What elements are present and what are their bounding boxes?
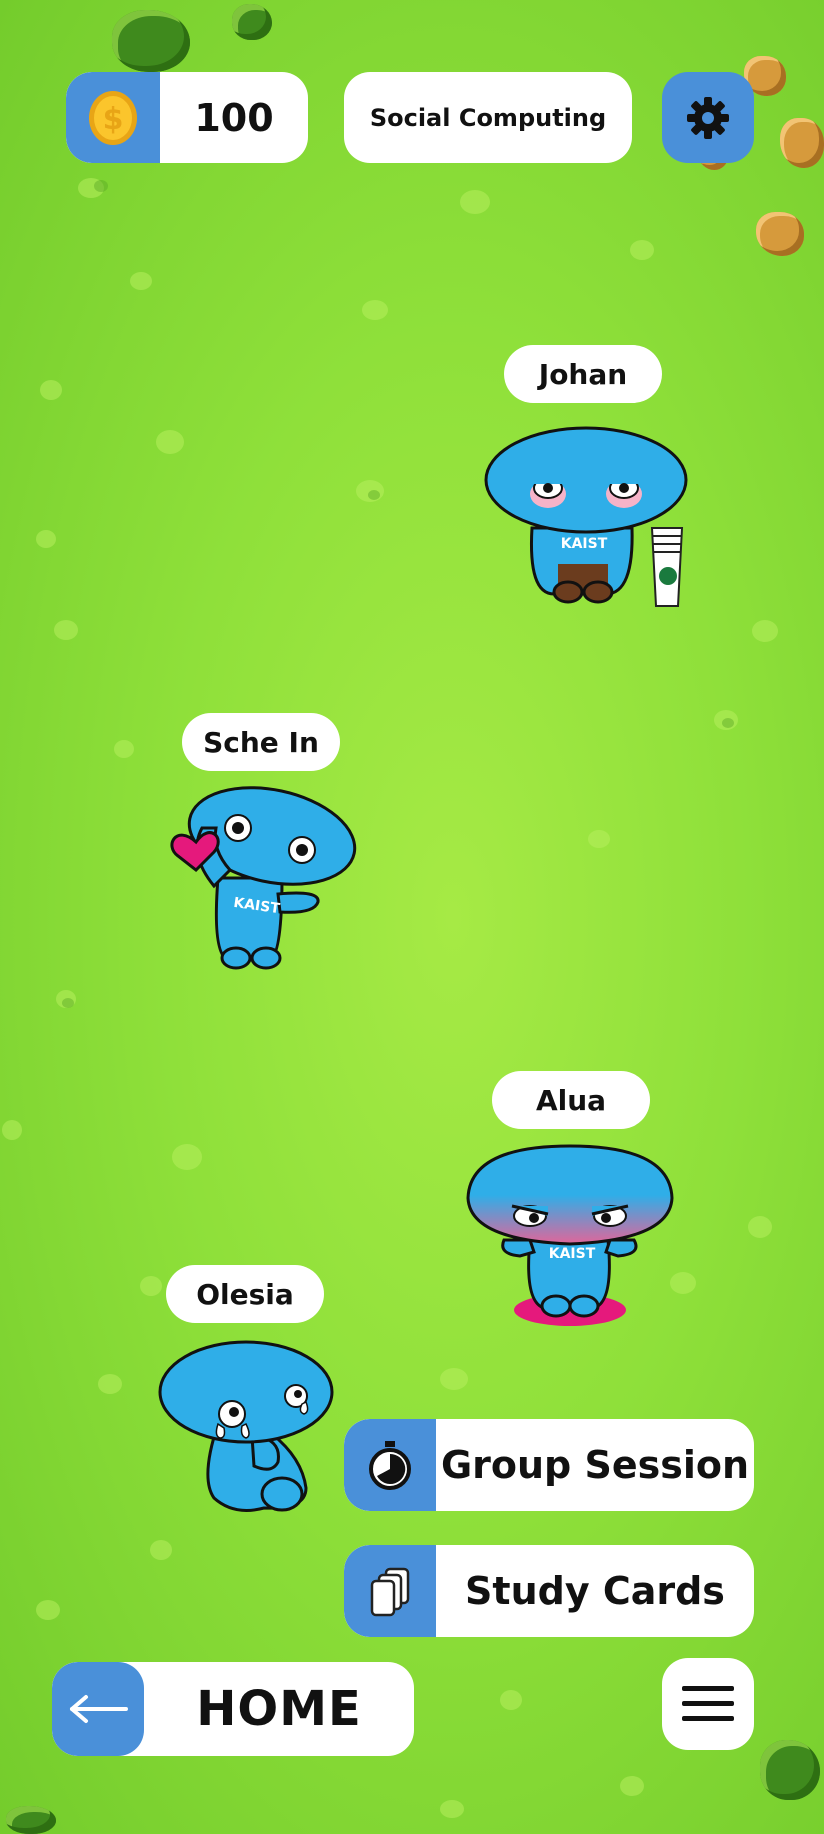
- character-olesia[interactable]: [156, 1338, 338, 1524]
- nametag-alua: Alua: [492, 1071, 650, 1129]
- nametag-johan: Johan: [504, 345, 662, 403]
- menu-button[interactable]: [662, 1658, 754, 1750]
- group-session-button[interactable]: Group Session: [344, 1419, 754, 1511]
- bush: [232, 4, 272, 40]
- svg-text:KAIST: KAIST: [549, 1246, 596, 1262]
- home-button[interactable]: HOME: [52, 1662, 414, 1756]
- svg-text:$: $: [103, 102, 124, 137]
- study-cards-button[interactable]: Study Cards: [344, 1545, 754, 1637]
- coin-icon: $: [66, 72, 160, 163]
- rock: [756, 212, 804, 256]
- bush: [112, 10, 190, 72]
- course-title: Social Computing: [344, 72, 632, 163]
- coffee-cups-icon: [650, 527, 684, 607]
- gear-icon: [687, 96, 729, 139]
- settings-button[interactable]: [662, 72, 754, 163]
- svg-text:KAIST: KAIST: [561, 536, 608, 552]
- cards-icon: [344, 1545, 436, 1637]
- bush: [6, 1806, 56, 1834]
- arrow-left-icon: [52, 1662, 144, 1756]
- study-cards-label: Study Cards: [465, 1569, 725, 1613]
- stopwatch-icon: [344, 1419, 436, 1511]
- character-alua[interactable]: KAIST: [464, 1144, 676, 1332]
- hamburger-menu-icon: [682, 1686, 734, 1721]
- home-label: HOME: [196, 1681, 362, 1737]
- nametag-olesia: Olesia: [166, 1265, 324, 1323]
- nametag-sche-in: Sche In: [182, 713, 340, 771]
- group-session-label: Group Session: [440, 1443, 750, 1487]
- bush: [760, 1740, 820, 1800]
- coin-counter: $ 100: [66, 72, 308, 163]
- character-johan[interactable]: KAIST: [484, 424, 694, 614]
- coin-count: 100: [194, 95, 274, 140]
- rock: [780, 118, 824, 168]
- character-sche-in[interactable]: KAIST: [170, 784, 360, 976]
